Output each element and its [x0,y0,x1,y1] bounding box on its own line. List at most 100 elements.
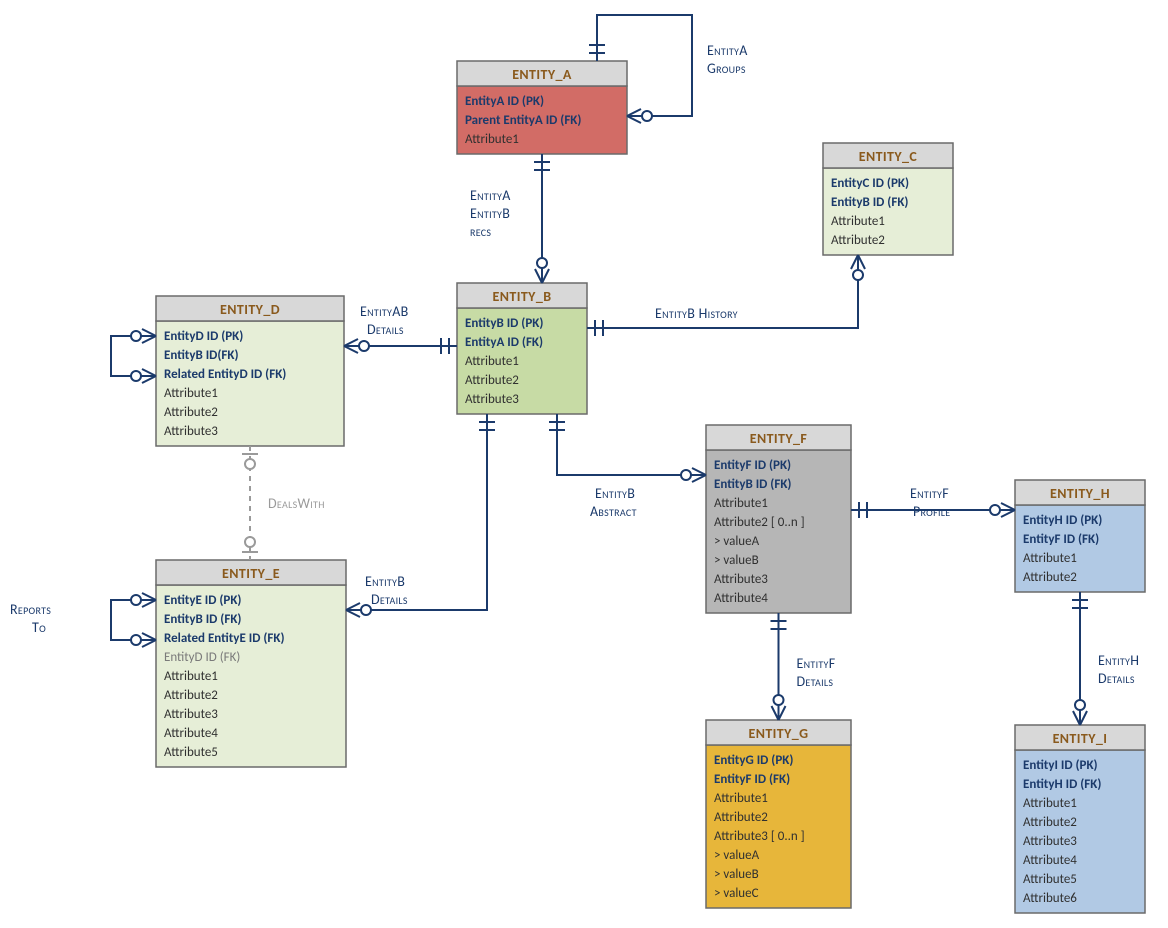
entity-G-title: ENTITY_G [748,725,808,742]
crowfoot-zero-many [772,695,786,720]
entity-G-attr: EntityF ID (FK) [714,772,790,787]
entity-D-attr: Attribute1 [164,386,218,401]
rel-label: EntityB [365,573,405,590]
rel-label: EntityB History [655,305,738,322]
entity-I-attr: Attribute1 [1023,796,1077,811]
entity-C-attr: EntityC ID (PK) [831,176,909,191]
entity-I-attr: Attribute4 [1023,853,1077,868]
entity-C-attr: Attribute2 [831,233,885,248]
entity-G-attr: EntityG ID (PK) [714,753,793,768]
entity-D-attr: Attribute2 [164,405,218,420]
rel-label: EntityA [707,42,748,59]
entity-F-body [706,450,851,613]
entity-B-attr: Attribute3 [465,392,519,407]
entity-F-attr: > valueA [714,534,760,549]
entity-F-attr: Attribute2 [ 0..n ] [714,515,805,530]
entity-E-attr: EntityD ID (FK) [164,650,240,665]
entity-G-attr: Attribute1 [714,791,768,806]
rel-label: Reports [10,601,51,618]
entity-A-attr: Attribute1 [465,132,519,147]
entity-I-attr: Attribute3 [1023,834,1077,849]
entity-C-title: ENTITY_C [859,148,918,165]
entity-G-attr: Attribute2 [714,810,768,825]
entity-I-attr: Attribute2 [1023,815,1077,830]
rel-label: EntityF [797,655,836,672]
entity-C-attr: EntityB ID (FK) [831,195,908,210]
crowfoot-zero-many [681,468,706,482]
entity-E-attr: Attribute3 [164,707,218,722]
rel-label: Abstract [590,503,637,520]
entity-E-attr: Related EntityE ID (FK) [164,631,285,646]
entity-I-title: ENTITY_I [1053,730,1108,747]
entity-A-attr: Parent EntityA ID (FK) [465,113,581,128]
crowfoot-zero-many [131,329,156,343]
entity-F-attr: Attribute4 [714,591,768,606]
entity-D-attr: EntityB ID(FK) [164,348,239,363]
crowfoot-zero-many [627,109,652,123]
entity-A-title: ENTITY_A [512,66,572,83]
entity-H-title: ENTITY_H [1050,485,1110,502]
entity-E-attr: EntityB ID (FK) [164,612,241,627]
entity-B-attr: Attribute1 [465,354,519,369]
rel-label: To [32,619,46,636]
entity-I-attr: EntityI ID (PK) [1023,758,1098,773]
entity-F-attr: EntityB ID (FK) [714,477,791,492]
entity-F-attr: Attribute3 [714,572,768,587]
rel-label: Profile [913,503,951,520]
entity-G-attr: Attribute3 [ 0..n ] [714,829,805,844]
entity-I-body [1015,750,1145,913]
crowfoot-zero-many [990,503,1015,517]
er-diagram: ENTITY_AEntityA ID (PK)Parent EntityA ID… [0,0,1168,928]
entity-E-attr: Attribute5 [164,745,218,760]
crowfoot-zero-many [131,369,156,383]
crowfoot-zero-many [344,339,369,353]
entity-E-attr: Attribute2 [164,688,218,703]
entity-I-attr: EntityH ID (FK) [1023,777,1101,792]
rel-label: recs [470,223,491,240]
entity-E-attr: Attribute4 [164,726,218,741]
entity-H-attr: EntityH ID (PK) [1023,513,1102,528]
entity-G-attr: > valueA [714,848,760,863]
rel-label: EntityH [1098,652,1139,669]
rel-label: Details [371,591,408,608]
entity-G-attr: > valueC [714,886,759,901]
crowfoot-zero-many [535,258,549,283]
crowfoot-zero-many [346,603,371,617]
entity-E-title: ENTITY_E [222,565,280,582]
entity-B-attr: EntityB ID (PK) [465,316,543,331]
rel-d-self [111,336,156,376]
rel-label: DealsWith [268,495,325,512]
crowfoot-zero-many [131,593,156,607]
entity-C-attr: Attribute1 [831,214,885,229]
entity-I-attr: Attribute6 [1023,891,1077,906]
entity-D-title: ENTITY_D [220,301,280,318]
rel-label: EntityA [470,187,511,204]
entity-H-attr: EntityF ID (FK) [1023,532,1099,547]
rel-b-f [557,414,706,475]
rel-label: EntityAB [360,303,409,320]
entity-D-attr: Related EntityD ID (FK) [164,367,286,382]
entity-B-title: ENTITY_B [493,288,552,305]
entity-I-attr: Attribute5 [1023,872,1077,887]
entity-F-attr: Attribute1 [714,496,768,511]
entity-E-attr: EntityE ID (PK) [164,593,241,608]
rel-label: EntityB [595,485,635,502]
entity-F-attr: EntityF ID (PK) [714,458,791,473]
rel-e-self [111,600,156,640]
entity-H-attr: Attribute1 [1023,551,1077,566]
crowfoot-zero-many [1073,700,1087,725]
rel-label: Groups [707,60,746,77]
entity-H-attr: Attribute2 [1023,570,1077,585]
rel-label: Details [797,673,834,690]
entity-D-attr: Attribute3 [164,424,218,439]
rel-label: Details [1098,670,1135,687]
entity-F-title: ENTITY_F [750,430,808,447]
entity-B-attr: Attribute2 [465,373,519,388]
crowfoot-zero-many [131,633,156,647]
entity-E-attr: Attribute1 [164,669,218,684]
rel-label: EntityB [470,205,510,222]
entity-F-attr: > valueB [714,553,759,568]
entity-G-attr: > valueB [714,867,759,882]
entity-G-body [706,745,851,908]
rel-label: EntityF [910,485,949,502]
